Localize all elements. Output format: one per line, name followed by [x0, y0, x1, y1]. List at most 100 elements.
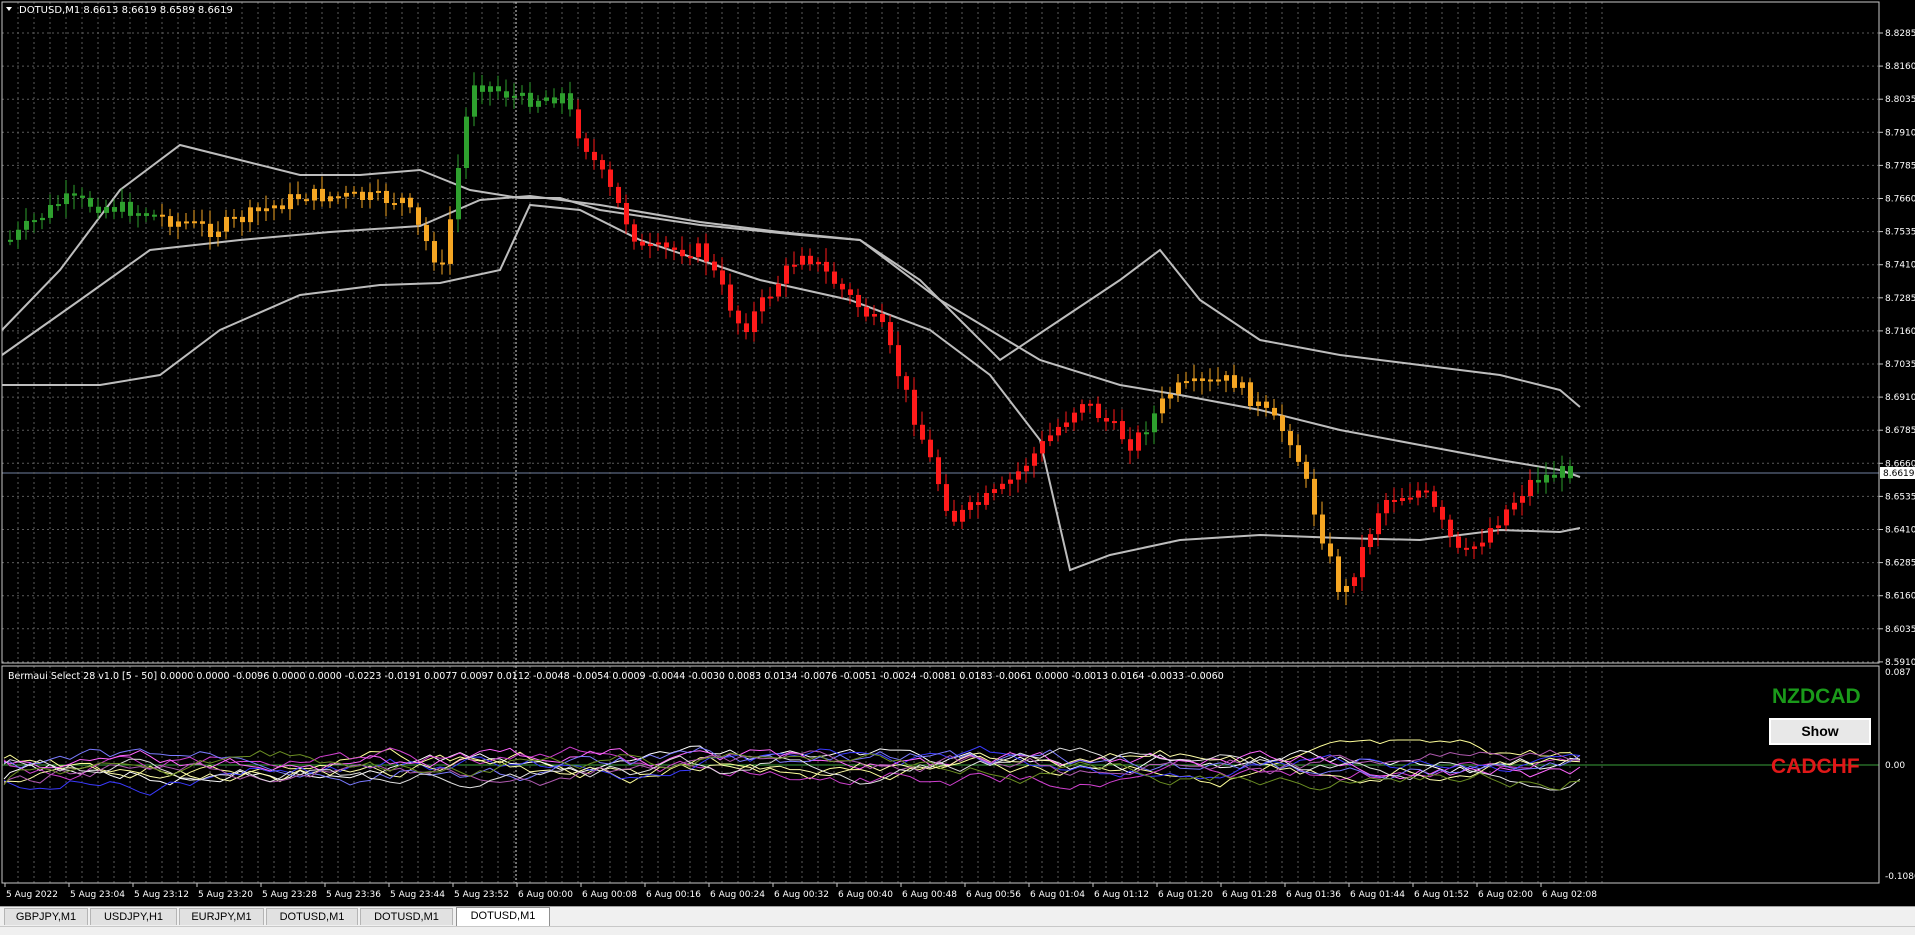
candle-body: [416, 207, 421, 225]
candle-body: [168, 216, 173, 227]
indicator-scale-label: 0.087: [1885, 668, 1911, 678]
candle-body: [336, 196, 341, 199]
candle-body: [80, 195, 85, 198]
candle-body: [232, 216, 237, 219]
candle-body: [808, 255, 813, 265]
candle-body: [936, 457, 941, 485]
candle-body: [1112, 421, 1117, 424]
candle-body: [400, 197, 405, 204]
main-chart-header: DOTUSD,M1 8.6613 8.6619 8.6589 8.6619: [19, 5, 233, 16]
candle-body: [152, 214, 157, 217]
candle-body: [760, 297, 765, 312]
chart-canvas[interactable]: 8.8285 8.8160 8.8035 8.7910 8.7785 8.7660 8.75…: [0, 0, 1915, 906]
indicator-header: Bermaui Select 28 v1.0 [5 - 50] 0.0000 0…: [8, 671, 1224, 682]
time-label: 6 Aug 00:40: [838, 890, 893, 900]
candle-body: [1440, 506, 1445, 520]
candle-body: [464, 116, 469, 169]
candle-body: [576, 109, 581, 139]
candle-body: [448, 219, 453, 264]
candle-body: [1160, 398, 1165, 414]
collapse-arrow-icon[interactable]: [6, 7, 12, 11]
bollinger-bands: [1, 143, 1581, 572]
candle-body: [792, 264, 797, 267]
candle-body: [1432, 491, 1437, 507]
candle-body: [432, 241, 437, 263]
candle-body: [552, 97, 557, 104]
candle-body: [240, 216, 245, 223]
candle-body: [32, 220, 37, 223]
oscillator-line: [3, 747, 1581, 791]
chart-frame: [1, 1, 1880, 884]
candle-body: [424, 224, 429, 242]
candle-body: [560, 93, 565, 104]
candle-body: [800, 255, 805, 265]
oscillator-lines: [3, 739, 1581, 796]
candle-body: [1224, 375, 1229, 381]
candle-body: [384, 190, 389, 204]
candle-body: [904, 376, 909, 390]
time-label: 6 Aug 02:00: [1478, 890, 1533, 900]
indicator-scale-label: -0.1086: [1885, 872, 1915, 882]
candle-body: [1296, 445, 1301, 462]
tab-eurjpy-m1[interactable]: EURJPY,M1: [179, 908, 264, 925]
indicator-border: [1, 665, 1880, 884]
candle-body: [1312, 478, 1317, 515]
candle-body: [248, 207, 253, 223]
candle-body: [872, 314, 877, 317]
price-label: 8.7035: [1885, 360, 1915, 370]
price-label: 8.6410: [1885, 526, 1915, 536]
candle-body: [1240, 382, 1245, 388]
candle-body: [392, 203, 397, 206]
candlesticks: [8, 72, 1573, 606]
candle-body: [968, 502, 973, 510]
candle-body: [1280, 415, 1285, 432]
time-label: 5 Aug 23:20: [198, 890, 253, 900]
candle-body: [1192, 378, 1197, 382]
chart-tab-bar: GBPJPY,M1 USDJPY,H1 EURJPY,M1 DOTUSD,M1 …: [0, 906, 1915, 926]
candle-body: [728, 284, 733, 311]
tab-dotusd-m1-b[interactable]: DOTUSD,M1: [360, 908, 453, 925]
candle-body: [296, 194, 301, 200]
mt4-chart-window: 8.8285 8.8160 8.8035 8.7910 8.7785 8.7660 8.75…: [0, 0, 1915, 935]
price-label: 8.7160: [1885, 327, 1915, 337]
candle-body: [136, 213, 141, 216]
candle-body: [16, 229, 21, 240]
candle-body: [1176, 382, 1181, 395]
candle-body: [208, 223, 213, 237]
candle-body: [1536, 479, 1541, 483]
candle-body: [1032, 453, 1037, 466]
show-symbols-button[interactable]: Show Symbols: [1769, 718, 1871, 762]
time-label: 5 Aug 23:12: [134, 890, 189, 900]
candle-body: [1056, 426, 1061, 436]
time-label: 6 Aug 02:08: [1542, 890, 1597, 900]
price-label: 8.6535: [1885, 492, 1915, 502]
time-label: 5 Aug 2022: [6, 890, 58, 900]
tab-gbpjpy-m1[interactable]: GBPJPY,M1: [4, 908, 88, 925]
tab-usdjpy-h1[interactable]: USDJPY,H1: [90, 908, 177, 925]
time-label: 6 Aug 00:08: [582, 890, 637, 900]
candle-body: [1016, 471, 1021, 480]
status-bar: [0, 926, 1915, 935]
time-label: 5 Aug 23:44: [390, 890, 445, 900]
tab-dotusd-m1-a[interactable]: DOTUSD,M1: [266, 908, 358, 925]
candle-body: [712, 261, 717, 271]
candle-body: [200, 221, 205, 224]
grid-lines: [2, 2, 1879, 883]
time-label: 5 Aug 23:28: [262, 890, 317, 900]
candle-body: [776, 283, 781, 297]
candle-body: [224, 216, 229, 232]
candle-body: [688, 256, 693, 259]
candle-body: [1000, 483, 1005, 490]
candle-body: [1008, 479, 1013, 484]
price-label: 8.8160: [1885, 62, 1915, 72]
candle-body: [1336, 556, 1341, 592]
candle-body: [736, 310, 741, 324]
candle-body: [488, 86, 493, 92]
candle-body: [344, 192, 349, 197]
candle-body: [352, 191, 357, 194]
candle-body: [504, 91, 509, 98]
candle-body: [880, 314, 885, 323]
tab-dotusd-m1-active[interactable]: DOTUSD,M1: [456, 907, 550, 926]
candle-body: [1288, 431, 1293, 446]
candle-body: [640, 241, 645, 246]
